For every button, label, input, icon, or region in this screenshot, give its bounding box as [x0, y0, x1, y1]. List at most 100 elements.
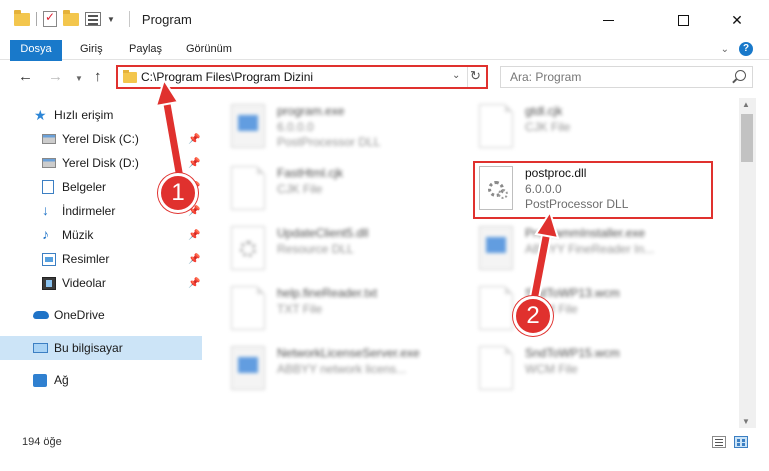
vertical-scrollbar[interactable]: ▲ ▼: [739, 98, 756, 428]
maximize-icon: [677, 14, 689, 26]
navigation-bar: ← → ▼ ↑ C:\Program Files\Program Dizini …: [0, 61, 769, 95]
close-button[interactable]: ✕: [714, 4, 760, 36]
tab-view[interactable]: Görünüm: [186, 40, 232, 60]
search-icon[interactable]: [735, 70, 746, 81]
sidebar-item-network[interactable]: Ağ: [0, 369, 202, 391]
videos-icon: [42, 277, 56, 290]
toolbar-divider: [36, 12, 37, 26]
ribbon: Dosya Giriş Paylaş Görünüm ⌄ ?: [0, 40, 769, 86]
star-icon: ★: [34, 107, 47, 123]
file-name: gtdl.cjk: [525, 104, 563, 118]
tab-home[interactable]: Giriş: [80, 40, 103, 60]
details-view-icon[interactable]: [712, 436, 726, 448]
file-item[interactable]: ProgrammInstaller.exe ABBYY FineReader I…: [479, 226, 719, 272]
customize-toolbar-icon[interactable]: [85, 12, 101, 26]
sidebar-item-label: Müzik: [62, 228, 94, 242]
title-divider: [128, 11, 130, 27]
file-description: ABBYY FineReader In...: [525, 242, 655, 256]
title-bar: ▼ Program ✕: [0, 0, 769, 40]
file-icon: [231, 166, 265, 210]
expand-ribbon-icon[interactable]: ⌄: [721, 44, 729, 55]
back-arrow-icon[interactable]: ←: [18, 68, 33, 85]
properties-check-icon[interactable]: [43, 10, 57, 27]
network-icon: [33, 374, 47, 387]
refresh-icon[interactable]: ↻: [470, 68, 481, 84]
help-icon[interactable]: ?: [739, 42, 753, 56]
chevron-down-icon[interactable]: ⌄: [452, 70, 460, 81]
file-item[interactable]: program.exe 6.0.0.0 PostProcessor DLL: [231, 104, 471, 150]
minimize-button[interactable]: [585, 4, 631, 36]
sidebar-item-local-disk-c[interactable]: Yerel Disk (C:) 📌: [0, 128, 202, 150]
file-item[interactable]: NetworkLicenseServer.exe ABBYY network l…: [231, 346, 471, 392]
file-type: TXT File: [277, 302, 323, 316]
search-placeholder: Ara: Program: [510, 70, 582, 84]
file-name: UpdateClient5.dll: [277, 226, 369, 240]
file-name: ProgrammInstaller.exe: [525, 226, 646, 240]
scroll-up-icon[interactable]: ▲: [742, 100, 750, 109]
file-item[interactable]: SndToWP15.wcm WCM File: [479, 346, 719, 392]
sidebar-item-local-disk-d[interactable]: Yerel Disk (D:) 📌: [0, 152, 202, 174]
music-icon: ♪: [42, 226, 49, 242]
tab-share[interactable]: Paylaş: [129, 40, 162, 60]
sidebar-item-label: Belgeler: [62, 180, 107, 194]
maximize-button[interactable]: [660, 4, 706, 36]
sidebar-item-onedrive[interactable]: OneDrive: [0, 304, 202, 326]
file-icon: [231, 286, 265, 330]
file-icon: [479, 346, 513, 390]
file-list: program.exe 6.0.0.0 PostProcessor DLL gt…: [205, 98, 739, 428]
scrollbar-thumb[interactable]: [741, 114, 753, 162]
recent-locations-icon[interactable]: ▼: [75, 74, 83, 83]
file-item[interactable]: help.fineReader.txt TXT File: [231, 286, 471, 332]
folder-icon: [14, 9, 30, 26]
new-folder-icon[interactable]: [63, 9, 79, 26]
dll-file-icon: [231, 226, 265, 270]
file-name: help.fineReader.txt: [277, 286, 378, 300]
file-item[interactable]: UpdateClient5.dll Resource DLL: [231, 226, 471, 272]
file-item[interactable]: FastHtml.cjk CJK File: [231, 166, 471, 212]
forward-arrow-icon[interactable]: →: [48, 68, 63, 85]
file-explorer-window: ▼ Program ✕ Dosya Giriş Paylaş Görünüm ⌄…: [0, 0, 769, 471]
file-name: program.exe: [277, 104, 345, 118]
file-icon: [479, 286, 513, 330]
chevron-down-icon[interactable]: ▼: [107, 15, 115, 24]
pin-icon[interactable]: 📌: [188, 278, 200, 289]
file-icon: [479, 104, 513, 148]
address-path[interactable]: C:\Program Files\Program Dizini: [141, 70, 313, 84]
tiles-view-icon[interactable]: [734, 436, 748, 448]
window-bottom: [0, 456, 769, 471]
disk-icon: [42, 134, 56, 144]
disk-icon: [42, 158, 56, 168]
file-name: SndToWP15.wcm: [525, 346, 620, 360]
item-count: 194 öğe: [22, 436, 62, 448]
folder-icon: [123, 70, 137, 83]
file-type: WCM File: [525, 362, 578, 376]
onedrive-icon: [33, 311, 49, 319]
sidebar-item-label: Ağ: [54, 373, 69, 387]
pin-icon[interactable]: 📌: [188, 254, 200, 265]
sidebar-item-pictures[interactable]: Resimler 📌: [0, 248, 202, 270]
pin-icon[interactable]: 📌: [188, 230, 200, 241]
sidebar-item-music[interactable]: ♪ Müzik 📌: [0, 224, 202, 246]
sidebar-item-this-pc[interactable]: Bu bilgisayar: [0, 336, 202, 360]
file-version: 6.0.0.0: [277, 120, 314, 134]
search-input[interactable]: Ara: Program: [500, 66, 753, 88]
scroll-down-icon[interactable]: ▼: [742, 417, 750, 426]
address-divider: [467, 67, 468, 87]
file-type: CJK File: [525, 120, 571, 134]
file-description: ABBYY network licens...: [277, 362, 407, 376]
up-arrow-icon[interactable]: ↑: [94, 68, 102, 85]
step-badge-1: 1: [158, 173, 198, 213]
address-bar[interactable]: C:\Program Files\Program Dizini ⌄ ↻: [116, 65, 488, 89]
sidebar-item-videos[interactable]: Videolar 📌: [0, 272, 202, 294]
minimize-icon: [602, 19, 614, 21]
file-item[interactable]: gtdl.cjk CJK File: [479, 104, 719, 150]
pin-icon[interactable]: 📌: [188, 134, 200, 145]
ribbon-controls: ⌄ ?: [721, 42, 753, 56]
sidebar-item-label: Yerel Disk (C:): [62, 132, 139, 146]
step-badge-2: 2: [513, 296, 553, 336]
pin-icon[interactable]: 📌: [188, 158, 200, 169]
navigation-pane: ★ Hızlı erişim Yerel Disk (C:) 📌 Yerel D…: [0, 98, 205, 428]
exe-file-icon: [231, 346, 265, 390]
sidebar-item-quick-access[interactable]: ★ Hızlı erişim: [0, 104, 202, 126]
quick-access-toolbar: ▼ Program: [14, 9, 192, 27]
